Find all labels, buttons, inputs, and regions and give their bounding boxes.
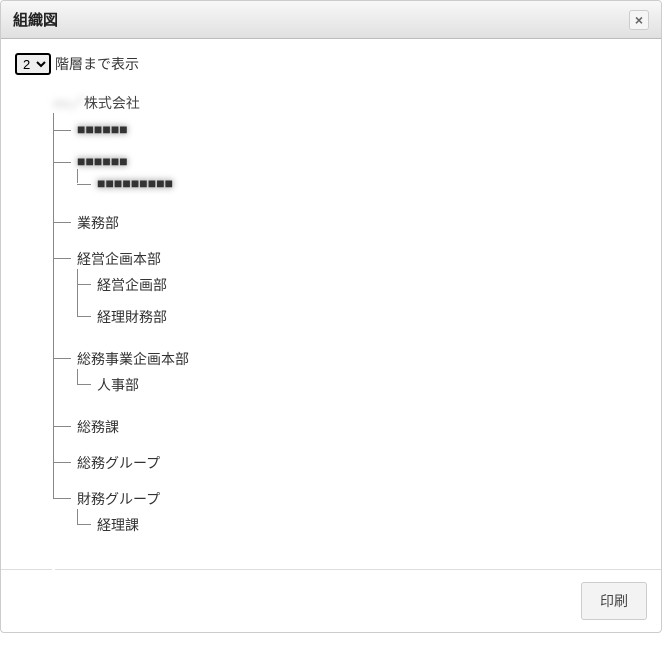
org-chart-dialog: 組織図 × 2 階層まで表示 ○○／株式会社 ■■■■■■ ■■■■■■ — [0, 0, 662, 633]
print-button[interactable]: 印刷 — [581, 582, 647, 620]
org-tree: ○○／株式会社 ■■■■■■ ■■■■■■ ■■■■■■■■■ 業務部 — [53, 93, 647, 549]
tree-children-l1: ■■■■■■ ■■■■■■ ■■■■■■■■■ 業務部 経営企画本部 — [53, 113, 647, 549]
level-select[interactable]: 2 — [15, 53, 51, 75]
tree-node: 経理課 — [77, 509, 647, 541]
node-label: ■■■■■■ — [77, 121, 128, 137]
tree-children-l2: 経理課 — [77, 509, 647, 541]
node-label: 人事部 — [97, 377, 139, 393]
node-label: 総務課 — [77, 419, 119, 435]
level-suffix-label: 階層まで表示 — [55, 54, 139, 74]
dialog-footer: 印刷 — [1, 569, 661, 632]
tree-node: 経理財務部 — [77, 301, 647, 333]
dialog-body: 2 階層まで表示 ○○／株式会社 ■■■■■■ ■■■■■■ ■■■■■■■■■ — [1, 39, 661, 569]
node-label: 経理課 — [97, 517, 139, 533]
tree-node: 総務グループ — [53, 445, 647, 481]
node-label: 経営企画本部 — [77, 251, 161, 267]
level-selector-row: 2 階層まで表示 — [15, 53, 647, 75]
close-icon[interactable]: × — [629, 10, 649, 30]
tree-node: 総務事業企画本部 人事部 — [53, 341, 647, 409]
tree-node: 人事部 — [77, 369, 647, 401]
tree-node: 財務グループ 経理課 — [53, 481, 647, 549]
node-label: 総務グループ — [77, 455, 160, 471]
node-label: 財務グループ — [77, 491, 160, 507]
tree-node: ■■■■■■■■■ — [77, 169, 647, 197]
root-label: 株式会社 — [84, 95, 140, 111]
node-label: 総務事業企画本部 — [77, 351, 189, 367]
tree-node: 業務部 — [53, 205, 647, 241]
node-label: 経理財務部 — [97, 309, 167, 325]
node-label: ■■■■■■ — [77, 153, 128, 169]
tree-children-l2: 人事部 — [77, 369, 647, 401]
tree-root: ○○／株式会社 — [53, 93, 647, 113]
tree-children-l2: ■■■■■■■■■ — [77, 169, 647, 197]
root-blur: ○○／ — [53, 95, 84, 111]
tree-node: ■■■■■■ — [53, 113, 647, 145]
node-label: 経営企画部 — [97, 277, 167, 293]
tree-node: 経営企画本部 経営企画部 経理財務部 — [53, 241, 647, 341]
tree-children-l2: 経営企画部 経理財務部 — [77, 269, 647, 333]
tree-node: ■■■■■■ ■■■■■■■■■ — [53, 145, 647, 205]
dialog-title: 組織図 — [13, 9, 58, 30]
node-label: ■■■■■■■■■ — [97, 175, 173, 191]
node-label: 業務部 — [77, 215, 119, 231]
tree-node: 総務課 — [53, 409, 647, 445]
tree-node: 経営企画部 — [77, 269, 647, 301]
dialog-header: 組織図 × — [1, 1, 661, 39]
